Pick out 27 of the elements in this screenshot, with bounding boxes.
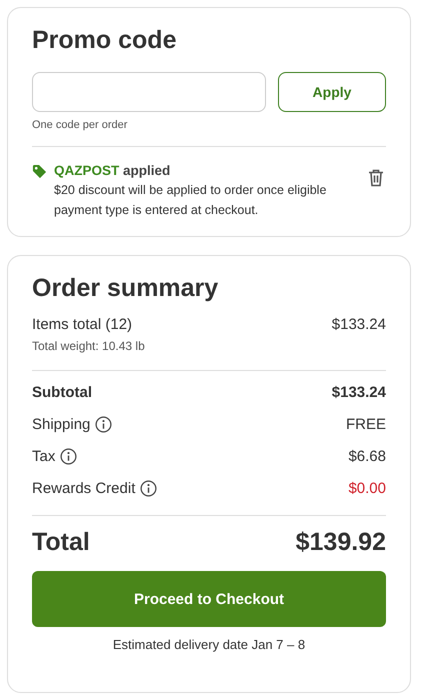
row-value: FREE: [346, 416, 386, 432]
row-value: $133.24: [332, 384, 386, 400]
row-label: Shipping: [32, 416, 90, 432]
promo-code: QAZPOST: [54, 163, 120, 178]
apply-button[interactable]: Apply: [278, 72, 386, 112]
info-icon[interactable]: [60, 448, 78, 464]
row-label: Subtotal: [32, 384, 92, 400]
total-value: $139.92: [296, 528, 386, 557]
row-label: Tax: [32, 448, 56, 464]
info-icon[interactable]: [140, 480, 158, 496]
info-icon[interactable]: [95, 416, 112, 432]
total-label: Total: [32, 528, 90, 557]
hint-text: One code per order: [32, 119, 128, 131]
row-value: $0.00: [348, 480, 386, 496]
section-title: Order summary: [32, 274, 220, 303]
row-value: $6.68: [348, 448, 386, 464]
checkout-button[interactable]: Proceed to Checkout: [32, 571, 386, 627]
row-label: Rewards Credit: [32, 480, 136, 496]
discount-message: $20 discount will be applied to order once eligible payment type is entered at checkout.: [54, 182, 328, 219]
items-total-label: Items total (12): [32, 316, 132, 332]
delivery-estimate: Estimated delivery date Jan 7 – 8: [112, 637, 306, 652]
applied-label: applied: [123, 163, 170, 178]
section-title: Promo code: [32, 26, 178, 55]
items-total-value: $133.24: [332, 316, 386, 332]
promo-code-field[interactable]: [32, 72, 266, 112]
tag-icon: [32, 164, 47, 179]
weight-note: Total weight: 10.43 lb: [32, 339, 146, 353]
